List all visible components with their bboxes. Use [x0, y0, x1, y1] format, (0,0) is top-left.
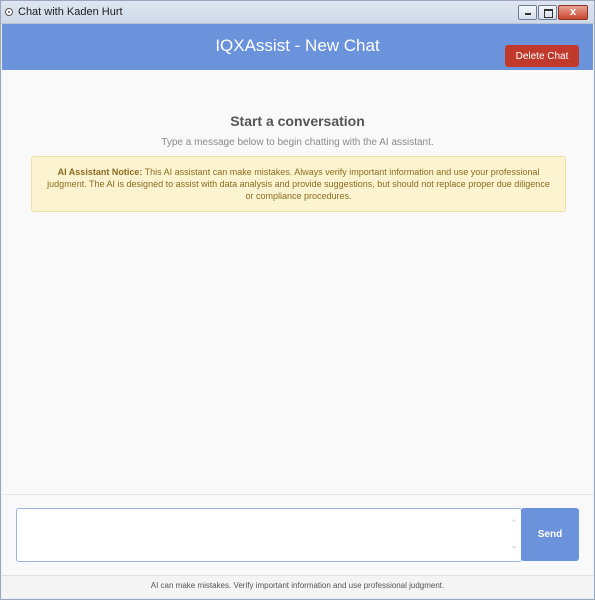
minimize-button[interactable]	[518, 5, 537, 20]
title-bar[interactable]: Chat with Kaden Hurt x	[1, 1, 594, 24]
message-composer: ⌃ ⌄ Send	[2, 494, 593, 575]
chevron-down-icon[interactable]: ⌄	[508, 539, 520, 551]
close-icon: x	[569, 6, 577, 18]
window-title: Chat with Kaden Hurt	[18, 6, 123, 18]
window-controls: x	[517, 5, 588, 21]
empty-state-title: Start a conversation	[230, 113, 365, 129]
ai-notice-banner: AI Assistant Notice: This AI assistant c…	[31, 156, 566, 212]
chevron-up-icon[interactable]: ⌃	[508, 517, 520, 529]
send-button[interactable]: Send	[521, 508, 579, 561]
delete-chat-button[interactable]: Delete Chat	[505, 45, 579, 67]
chat-messages-area: Start a conversation Type a message belo…	[2, 70, 593, 494]
app-icon	[5, 8, 13, 16]
footer-disclaimer: AI can make mistakes. Verify important i…	[150, 581, 445, 590]
app-window: Chat with Kaden Hurt x IQXAssist - New C…	[0, 0, 595, 600]
maximize-button[interactable]	[538, 5, 557, 20]
empty-state-subtitle: Type a message below to begin chatting w…	[161, 137, 434, 148]
close-button[interactable]: x	[558, 5, 588, 20]
chat-header: IQXAssist - New Chat Delete Chat	[2, 24, 593, 70]
footer: AI can make mistakes. Verify important i…	[2, 575, 593, 597]
ai-notice-label: AI Assistant Notice:	[57, 167, 143, 177]
message-input[interactable]	[16, 508, 522, 562]
